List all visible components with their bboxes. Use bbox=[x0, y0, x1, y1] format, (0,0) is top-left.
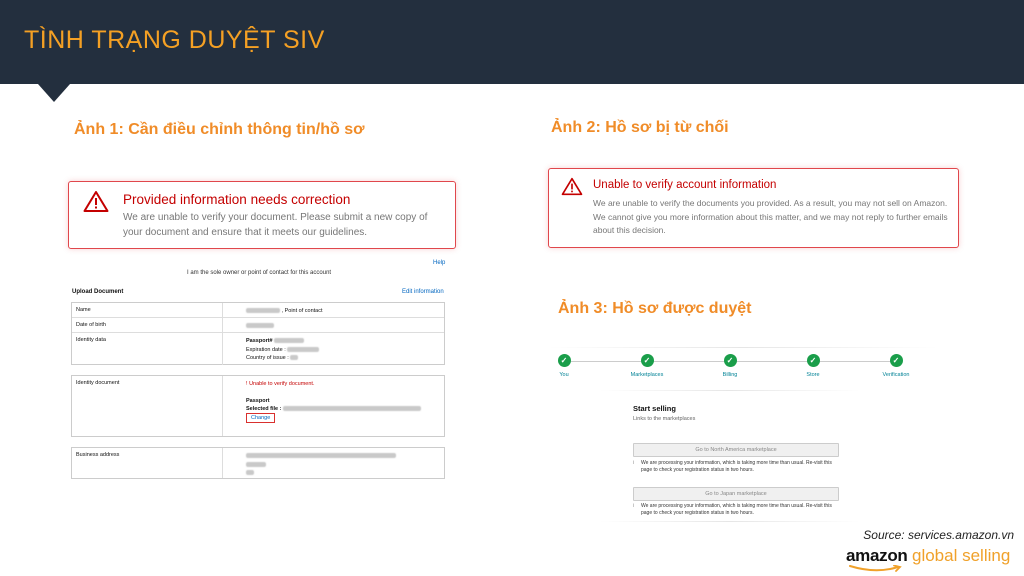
personal-info-table: Name , Point of contact Date of birth Id… bbox=[71, 302, 445, 365]
table-row: Identity document ! Unable to verify doc… bbox=[72, 376, 444, 436]
warning-icon bbox=[83, 191, 109, 212]
north-america-marketplace-button[interactable]: Go to North America marketplace bbox=[633, 443, 839, 457]
warning-icon bbox=[561, 177, 583, 196]
check-icon: ✓ bbox=[723, 354, 737, 367]
name-value: , Point of contact bbox=[246, 307, 323, 316]
info-icon: i bbox=[633, 503, 635, 509]
header-notch bbox=[38, 84, 70, 102]
correction-alert-heading: Provided information needs correction bbox=[123, 192, 351, 207]
help-link[interactable]: Help bbox=[433, 260, 445, 266]
identity-data-label: Identity data bbox=[76, 337, 106, 343]
business-address-value bbox=[246, 452, 396, 478]
table-row: Business address bbox=[72, 448, 444, 478]
north-america-processing-note: i We are processing your information, wh… bbox=[633, 460, 832, 473]
owner-note: I am the sole owner or point of contact … bbox=[187, 270, 332, 276]
check-icon: ✓ bbox=[889, 354, 903, 367]
identity-document-table: Identity document ! Unable to verify doc… bbox=[71, 375, 445, 437]
dob-value bbox=[246, 322, 274, 331]
start-selling-subtitle: Links to the marketplaces bbox=[633, 416, 696, 422]
info-icon: i bbox=[633, 460, 635, 466]
business-address-table: Business address bbox=[71, 447, 445, 479]
edit-information-link[interactable]: Edit information bbox=[402, 289, 444, 295]
identity-data-value: Passport# Expiration date : Country of i… bbox=[246, 337, 320, 363]
source-credit: Source: services.amazon.vn bbox=[863, 528, 1014, 542]
step-you: ✓ You bbox=[557, 354, 571, 378]
rejected-alert-heading: Unable to verify account information bbox=[593, 179, 777, 191]
table-row: Identity data Passport# Expiration date … bbox=[72, 333, 444, 365]
correction-alert: Provided information needs correction We… bbox=[68, 181, 456, 249]
table-row: Name , Point of contact bbox=[72, 303, 444, 318]
change-button[interactable]: Change bbox=[246, 413, 276, 424]
name-label: Name bbox=[76, 307, 91, 313]
panel2-title: Ảnh 2: Hồ sơ bị từ chối bbox=[551, 119, 729, 136]
japan-marketplace-button[interactable]: Go to Japan marketplace bbox=[633, 487, 839, 501]
correction-alert-body: We are unable to verify your document. P… bbox=[123, 212, 428, 238]
rejected-alert-body: We are unable to verify the documents yo… bbox=[593, 198, 948, 236]
rejected-alert: Unable to verify account information We … bbox=[548, 168, 959, 248]
step-billing: ✓ Billing bbox=[722, 354, 738, 378]
business-address-label: Business address bbox=[76, 452, 120, 458]
check-icon: ✓ bbox=[557, 354, 571, 367]
start-selling-title: Start selling bbox=[633, 404, 676, 413]
amazon-smile-icon bbox=[849, 565, 902, 572]
panel1-title: Ảnh 1: Cần điều chỉnh thông tin/hồ sơ bbox=[74, 121, 365, 138]
step-marketplaces: ✓ Marketplaces bbox=[630, 354, 664, 378]
upload-document-header: Upload Document bbox=[72, 289, 124, 295]
slide-header: TÌNH TRẠNG DUYỆT SIV bbox=[0, 0, 1024, 84]
identity-document-value: ! Unable to verify document. Passport Se… bbox=[246, 380, 421, 424]
slide-title: TÌNH TRẠNG DUYỆT SIV bbox=[24, 26, 325, 54]
dob-label: Date of birth bbox=[76, 322, 106, 328]
amazon-global-selling-logo: amazon global selling bbox=[846, 546, 1020, 574]
document-error: ! Unable to verify document. bbox=[246, 381, 315, 387]
step-store: ✓ Store bbox=[806, 354, 820, 378]
panel3-title: Ảnh 3: Hồ sơ được duyệt bbox=[558, 300, 752, 317]
check-icon: ✓ bbox=[640, 354, 654, 367]
japan-processing-note: i We are processing your information, wh… bbox=[633, 503, 832, 516]
identity-document-label: Identity document bbox=[76, 380, 120, 386]
step-verification: ✓ Verification bbox=[882, 354, 910, 378]
table-row: Date of birth bbox=[72, 318, 444, 333]
check-icon: ✓ bbox=[806, 354, 820, 367]
